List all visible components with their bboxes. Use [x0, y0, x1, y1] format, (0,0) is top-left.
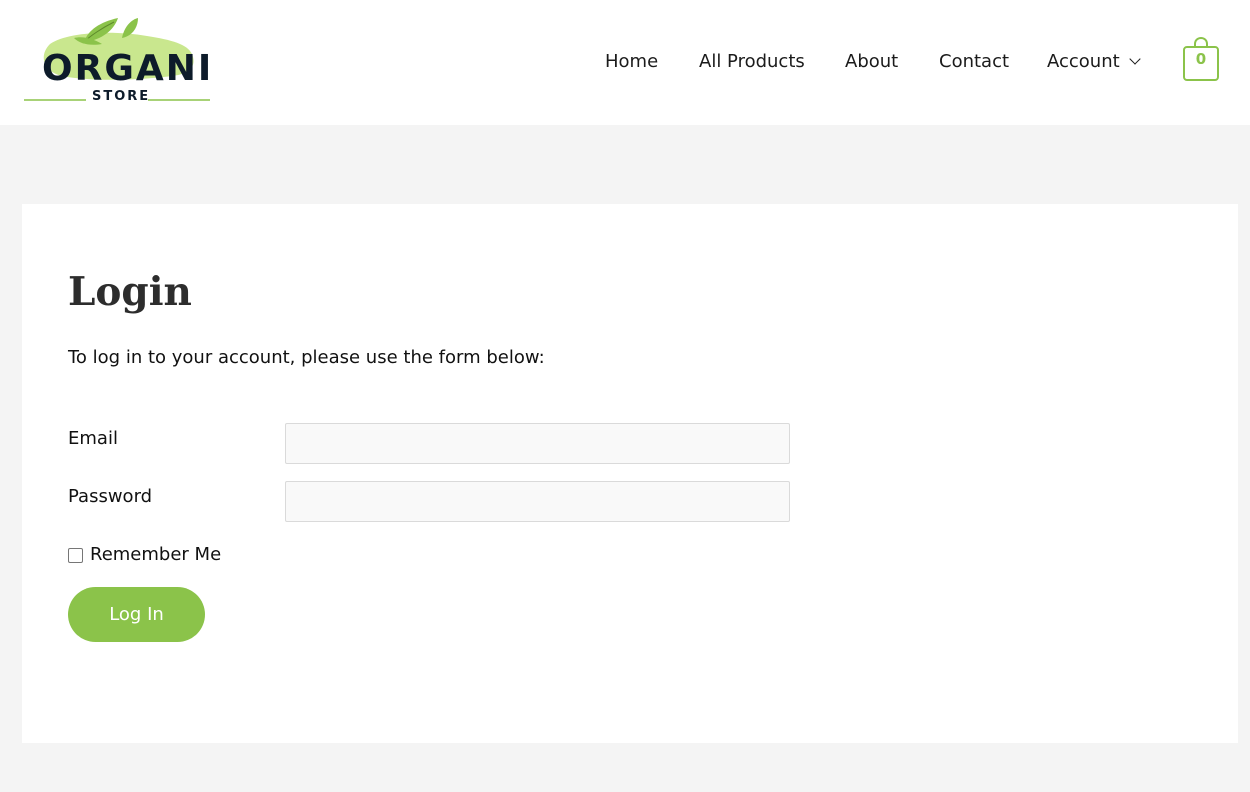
- svg-text:STORE: STORE: [92, 89, 150, 104]
- remember-me-row: Remember Me: [68, 542, 221, 568]
- log-in-button[interactable]: Log In: [68, 587, 205, 642]
- site-header: ORGANIC STORE Home All Products About Co…: [0, 0, 1250, 125]
- chevron-down-icon: [1129, 53, 1141, 65]
- organic-store-logo[interactable]: ORGANIC STORE: [22, 14, 212, 106]
- email-field[interactable]: [285, 423, 790, 464]
- nav-contact[interactable]: Contact: [939, 48, 1009, 76]
- cart-count: 0: [1195, 50, 1207, 68]
- password-field[interactable]: [285, 481, 790, 522]
- remember-me-label[interactable]: Remember Me: [90, 542, 221, 568]
- nav-about[interactable]: About: [845, 48, 898, 76]
- password-label: Password: [68, 486, 153, 507]
- nav-account[interactable]: Account: [1047, 48, 1141, 76]
- login-intro-text: To log in to your account, please use th…: [68, 347, 545, 368]
- page-title: Login: [68, 269, 192, 315]
- cart-button[interactable]: 0: [1182, 36, 1220, 82]
- nav-home[interactable]: Home: [605, 48, 658, 76]
- remember-me-checkbox[interactable]: [68, 547, 83, 563]
- nav-account-label: Account: [1047, 51, 1120, 72]
- logo-graphic: ORGANIC STORE: [24, 18, 212, 104]
- nav-all-products[interactable]: All Products: [699, 48, 805, 76]
- svg-text:ORGANIC: ORGANIC: [42, 48, 212, 89]
- login-card: Login To log in to your account, please …: [22, 204, 1238, 743]
- email-label: Email: [68, 428, 118, 449]
